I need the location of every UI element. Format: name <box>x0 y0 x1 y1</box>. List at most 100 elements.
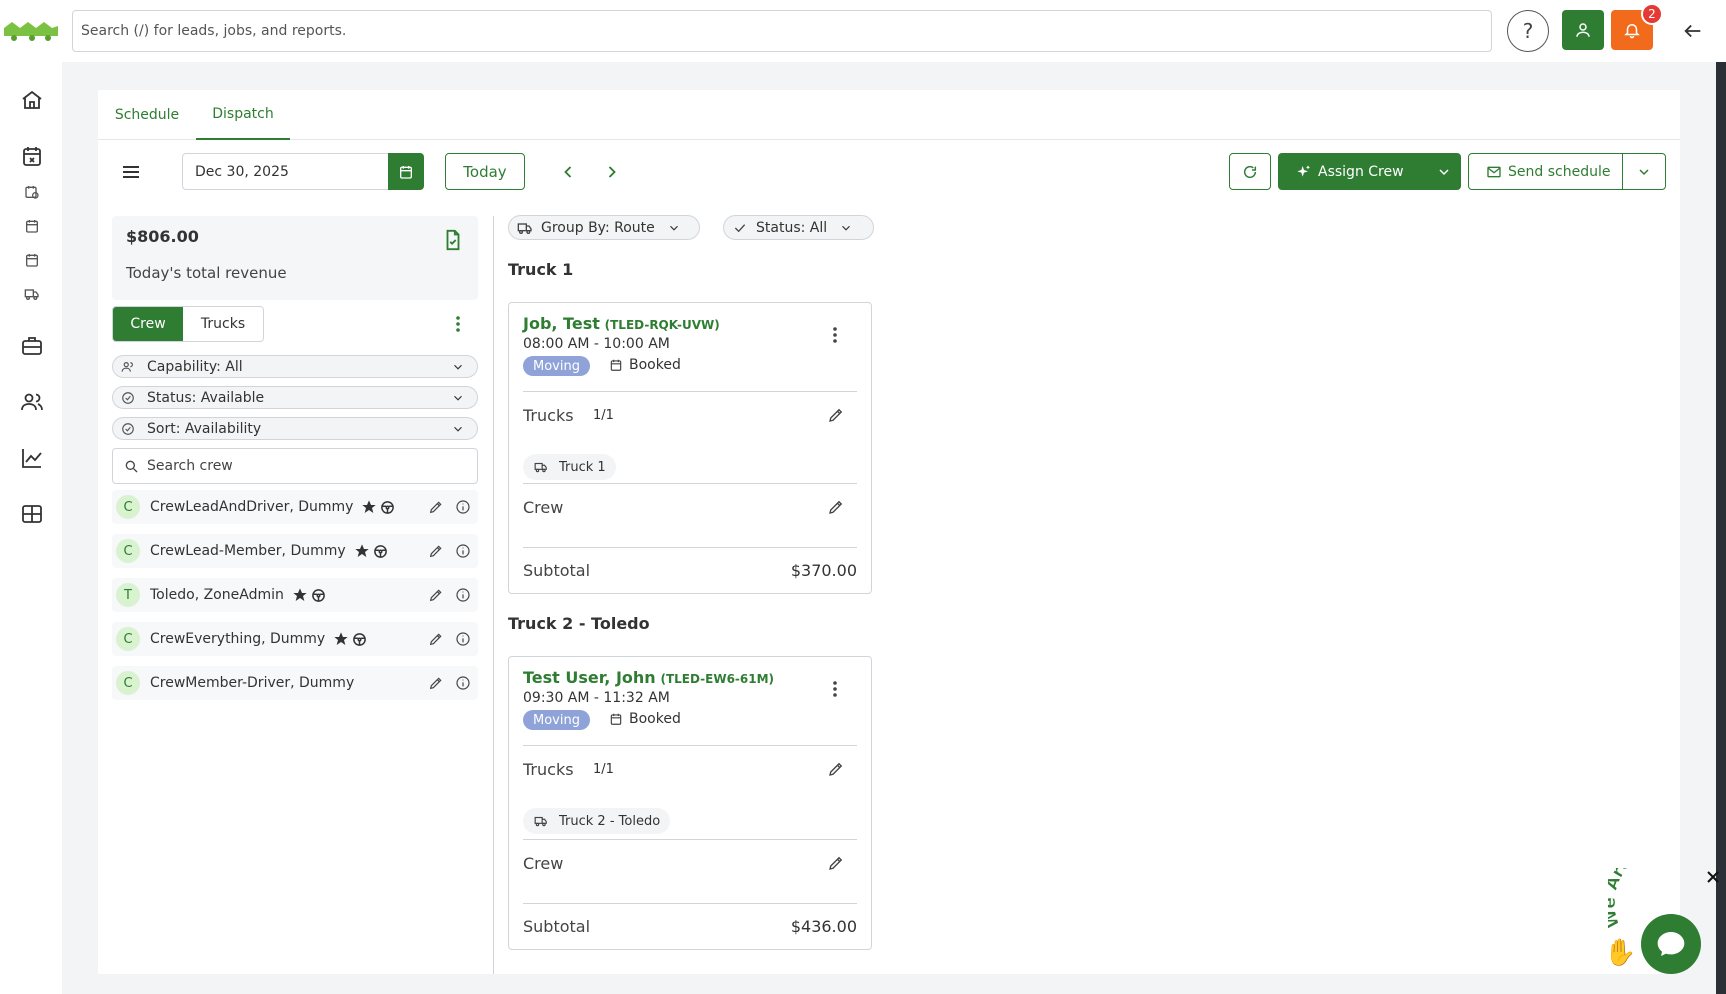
edit-trucks-icon[interactable] <box>827 760 845 778</box>
truck-chip[interactable]: Truck 1 <box>523 454 616 480</box>
back-arrow-icon[interactable] <box>1682 20 1704 42</box>
crew-search-input[interactable] <box>147 458 447 474</box>
avatar: C <box>116 671 140 695</box>
crew-search[interactable] <box>112 448 478 484</box>
crew-trucks-toggle: Crew Trucks <box>112 306 264 342</box>
assign-crew-button[interactable]: Assign Crew <box>1278 153 1461 190</box>
briefcase-icon[interactable] <box>18 332 46 360</box>
close-chat-icon[interactable] <box>1706 870 1720 884</box>
crew-row[interactable]: C CrewLeadAndDriver, Dummy <box>112 490 478 524</box>
job-title[interactable]: Job, Test (TLED-RQK-UVW) <box>523 314 720 333</box>
crew-row[interactable]: C CrewLead-Member, Dummy <box>112 534 478 568</box>
job-customer: Test User, John <box>523 668 656 687</box>
calendar-clock-icon[interactable] <box>22 182 42 202</box>
today-button[interactable]: Today <box>445 153 525 190</box>
tab-schedule[interactable]: Schedule <box>98 90 196 140</box>
avatar: C <box>116 627 140 651</box>
crew-label: Crew <box>523 498 564 517</box>
crew-row[interactable]: T Toledo, ZoneAdmin <box>112 578 478 612</box>
edit-icon[interactable] <box>428 587 444 603</box>
job-title[interactable]: Test User, John (TLED-EW6-61M) <box>523 668 774 687</box>
left-nav <box>0 62 62 994</box>
truck-chip[interactable]: Truck 2 - Toledo <box>523 808 671 834</box>
calendar-list-icon[interactable] <box>22 250 42 270</box>
grid-icon[interactable] <box>18 500 46 528</box>
steering-wheel-icon <box>381 500 395 514</box>
crew-row[interactable]: C CrewEverything, Dummy <box>112 622 478 656</box>
info-icon[interactable] <box>455 499 471 515</box>
group-by-select[interactable]: Group By: Route <box>508 215 700 240</box>
truck-icon[interactable] <box>22 284 42 304</box>
job-menu-icon[interactable] <box>827 679 843 699</box>
capability-filter[interactable]: Capability: All <box>112 355 478 378</box>
chevron-down-icon <box>669 225 678 231</box>
help-button[interactable]: ? <box>1507 10 1549 52</box>
subtotal-label: Subtotal <box>523 917 591 936</box>
tab-dispatch[interactable]: Dispatch <box>196 90 290 140</box>
divider <box>523 547 857 548</box>
date-field[interactable]: Dec 30, 2025 <box>182 153 422 190</box>
truck-chip-label: Truck 1 <box>559 459 606 475</box>
calendar-icon[interactable] <box>18 142 46 170</box>
users-icon[interactable] <box>18 388 46 416</box>
prev-day-button[interactable] <box>558 162 578 182</box>
info-icon[interactable] <box>455 675 471 691</box>
status-filter[interactable]: Status: Available <box>112 386 478 409</box>
toggle-crew[interactable]: Crew <box>113 307 184 341</box>
chevron-down-icon <box>454 426 462 432</box>
menu-icon[interactable] <box>120 162 142 182</box>
send-schedule-dropdown[interactable] <box>1623 164 1665 180</box>
check-circle-icon <box>122 422 134 435</box>
refresh-button[interactable] <box>1229 153 1271 190</box>
next-day-button[interactable] <box>602 162 622 182</box>
divider <box>523 903 857 904</box>
sort-filter[interactable]: Sort: Availability <box>112 417 478 440</box>
edit-icon[interactable] <box>428 543 444 559</box>
help-label: ? <box>1522 19 1534 43</box>
edit-crew-icon[interactable] <box>827 854 845 872</box>
page-scrollbar[interactable] <box>1716 62 1726 994</box>
status-select[interactable]: Status: All <box>723 215 874 240</box>
global-search-input[interactable] <box>73 11 1491 51</box>
date-picker-button[interactable] <box>388 153 424 190</box>
logo-icon[interactable] <box>2 20 60 42</box>
crew-name: Toledo, ZoneAdmin <box>150 587 284 603</box>
chevron-down-icon <box>454 395 462 401</box>
chevron-down-icon <box>1438 168 1449 175</box>
send-schedule-button[interactable]: Send schedule <box>1468 153 1666 190</box>
star-icon <box>334 632 348 645</box>
job-card[interactable]: Test User, John (TLED-EW6-61M) 09:30 AM … <box>508 656 872 950</box>
job-code: (TLED-EW6-61M) <box>660 672 775 686</box>
assign-crew-dropdown[interactable] <box>1426 164 1461 180</box>
info-icon[interactable] <box>455 631 471 647</box>
info-icon[interactable] <box>455 587 471 603</box>
revenue-summary: $806.00 Today's total revenue <box>112 216 478 300</box>
trucks-label: Trucks <box>523 760 574 779</box>
job-time: 09:30 AM - 11:32 AM <box>523 690 670 706</box>
crew-row[interactable]: C CrewMember-Driver, Dummy <box>112 666 478 700</box>
chat-button[interactable] <box>1641 914 1701 974</box>
job-menu-icon[interactable] <box>827 325 843 345</box>
profile-button[interactable] <box>1562 10 1604 50</box>
revenue-report-icon[interactable] <box>442 228 464 252</box>
job-code: (TLED-RQK-UVW) <box>604 318 720 332</box>
steering-wheel-icon <box>373 544 387 558</box>
status-filter-label: Status: Available <box>147 389 265 406</box>
edit-crew-icon[interactable] <box>827 498 845 516</box>
crew-options-icon[interactable] <box>450 314 466 334</box>
toggle-trucks[interactable]: Trucks <box>183 307 263 341</box>
edit-trucks-icon[interactable] <box>827 406 845 424</box>
edit-icon[interactable] <box>428 631 444 647</box>
job-card[interactable]: Job, Test (TLED-RQK-UVW) 08:00 AM - 10:0… <box>508 302 872 594</box>
status-select-label: Status: All <box>756 219 828 236</box>
reports-chart-icon[interactable] <box>18 444 46 472</box>
avatar: C <box>116 539 140 563</box>
calendar-small-icon[interactable] <box>22 216 42 236</box>
info-icon[interactable] <box>455 543 471 559</box>
global-search[interactable] <box>72 10 1492 52</box>
edit-icon[interactable] <box>428 499 444 515</box>
edit-icon[interactable] <box>428 675 444 691</box>
user-icon <box>1576 23 1590 37</box>
subtotal-label: Subtotal <box>523 561 591 580</box>
home-icon[interactable] <box>18 86 46 114</box>
